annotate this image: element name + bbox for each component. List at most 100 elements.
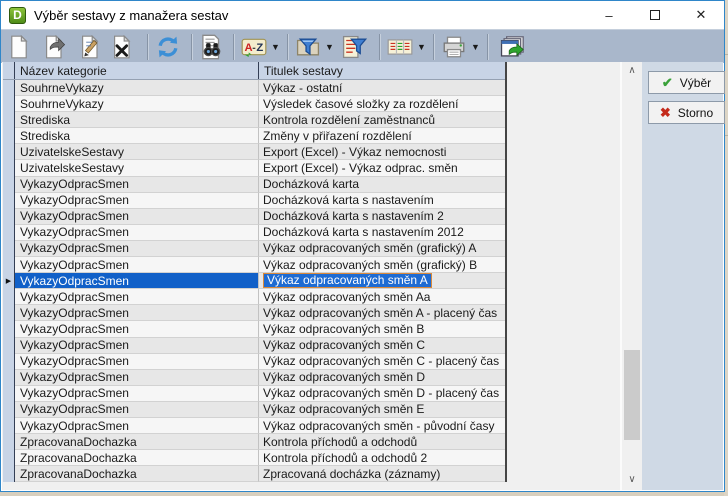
title-text: Výkaz odpracovaných směn C - placený čas — [263, 354, 499, 368]
title-text: Export (Excel) - Výkaz nemocnosti — [263, 145, 446, 159]
title-cell: Výkaz odpracovaných směn C — [259, 338, 505, 354]
app-icon: D — [9, 7, 26, 24]
minimize-button[interactable]: – — [586, 1, 632, 29]
columns-button[interactable]: ▼ — [387, 33, 426, 61]
table-row[interactable]: VykazyOdpracSmen Výkaz odpracovaných smě… — [3, 241, 505, 257]
title-text: Docházková karta s nastavením 2012 — [263, 225, 464, 239]
table-row[interactable]: SouhrneVykazy Výkaz - ostatní — [3, 80, 505, 96]
category-cell: ZpracovanaDochazka — [15, 466, 259, 482]
row-indicator-cell — [3, 257, 15, 273]
category-cell: ZpracovanaDochazka — [15, 450, 259, 466]
row-indicator-cell — [3, 209, 15, 225]
title-cell: Výkaz odpracovaných směn C - placený čas — [259, 354, 505, 370]
select-button[interactable]: ✔ Výběr — [648, 71, 725, 94]
table-row[interactable]: VykazyOdpracSmen Docházková karta s nast… — [3, 209, 505, 225]
category-cell: VykazyOdpracSmen — [15, 209, 259, 225]
title-text: Výkaz odpracovaných směn C — [263, 338, 425, 352]
table-row[interactable]: VykazyOdpracSmen Výkaz odpracovaných smě… — [3, 257, 505, 273]
close-button[interactable]: ✕ — [678, 1, 724, 29]
table-row[interactable]: Strediska Změny v přiřazení rozdělení — [3, 128, 505, 144]
row-indicator-cell — [3, 338, 15, 354]
find-button[interactable] — [199, 33, 225, 61]
category-cell: UzivatelskeSestavy — [15, 160, 259, 176]
sort-button[interactable]: A - Z ▼ — [241, 33, 280, 61]
refresh-icon — [155, 34, 181, 60]
table-row[interactable]: VykazyOdpracSmen Docházková karta s nast… — [3, 225, 505, 241]
check-icon: ✔ — [662, 75, 673, 91]
table-row[interactable]: VykazyOdpracSmen Výkaz odpracovaných smě… — [3, 354, 505, 370]
row-indicator-cell: ▶ — [3, 273, 15, 289]
close-icon: ✕ — [696, 7, 707, 23]
title-text: Zpracovaná docházka (záznamy) — [263, 467, 440, 481]
scrollbar-thumb[interactable] — [624, 350, 640, 440]
title-cell: Výkaz odpracovaných směn E — [259, 402, 505, 418]
table-row[interactable]: SouhrneVykazy Výsledek časové složky za … — [3, 96, 505, 112]
table-row[interactable]: VykazyOdpracSmen Výkaz odpracovaných smě… — [3, 321, 505, 337]
row-indicator-cell — [3, 450, 15, 466]
title-text: Změny v přiřazení rozdělení — [263, 129, 412, 143]
category-cell: VykazyOdpracSmen — [15, 241, 259, 257]
row-indicator-cell — [3, 289, 15, 305]
report-table: Název kategorie Titulek sestavy SouhrneV… — [3, 62, 507, 482]
table-row[interactable]: VykazyOdpracSmen Výkaz odpracovaných smě… — [3, 402, 505, 418]
title-cell: Docházková karta s nastavením — [259, 193, 505, 209]
edit-report-button[interactable] — [79, 33, 103, 61]
category-cell: ZpracovanaDochazka — [15, 434, 259, 450]
column-header-title[interactable]: Titulek sestavy — [259, 62, 505, 79]
binoculars-icon — [199, 34, 225, 60]
table-row[interactable]: UzivatelskeSestavy Export (Excel) - Výka… — [3, 160, 505, 176]
document-arrow-icon — [43, 35, 67, 59]
category-cell: VykazyOdpracSmen — [15, 338, 259, 354]
table-row[interactable]: UzivatelskeSestavy Export (Excel) - Výka… — [3, 144, 505, 160]
toolbar-separator — [147, 34, 149, 60]
title-cell: Docházková karta s nastavením 2012 — [259, 225, 505, 241]
print-button[interactable]: ▼ — [441, 33, 480, 61]
category-cell: VykazyOdpracSmen — [15, 321, 259, 337]
row-indicator-cell — [3, 177, 15, 193]
table-row[interactable]: VykazyOdpracSmen Výkaz odpracovaných smě… — [3, 370, 505, 386]
delete-report-button[interactable] — [111, 33, 135, 61]
table-row[interactable]: ▶ VykazyOdpracSmen Výkaz odpracovaných s… — [3, 273, 505, 289]
title-text: Výkaz odpracovaných směn A - placený čas — [263, 306, 497, 320]
row-indicator-cell — [3, 80, 15, 96]
title-cell: Výkaz odpracovaných směn - původní časy — [259, 418, 505, 434]
category-cell: VykazyOdpracSmen — [15, 370, 259, 386]
row-indicator-cell — [3, 241, 15, 257]
table-row[interactable]: VykazyOdpracSmen Docházková karta s nast… — [3, 193, 505, 209]
table-row[interactable]: VykazyOdpracSmen Výkaz odpracovaných smě… — [3, 418, 505, 434]
cancel-button[interactable]: ✖ Storno — [648, 101, 725, 124]
cross-icon: ✖ — [660, 105, 671, 121]
row-indicator-cell — [3, 354, 15, 370]
table-row[interactable]: VykazyOdpracSmen Výkaz odpracovaných smě… — [3, 289, 505, 305]
title-cell: Výkaz odpracovaných směn D - placený čas — [259, 386, 505, 402]
maximize-button[interactable] — [632, 1, 678, 29]
open-report-button[interactable] — [43, 33, 67, 61]
scroll-down-icon[interactable]: ∨ — [622, 471, 642, 488]
row-indicator-cell — [3, 434, 15, 450]
table-row[interactable]: VykazyOdpracSmen Výkaz odpracovaných smě… — [3, 338, 505, 354]
table-row[interactable]: ZpracovanaDochazka Kontrola příchodů a o… — [3, 434, 505, 450]
table-row[interactable]: VykazyOdpracSmen Výkaz odpracovaných smě… — [3, 386, 505, 402]
title-cell: Docházková karta s nastavením 2 — [259, 209, 505, 225]
scroll-up-icon[interactable]: ∧ — [622, 62, 642, 79]
title-text: Docházková karta s nastavením — [263, 193, 434, 207]
filter-list-button[interactable] — [341, 33, 367, 61]
export-button[interactable] — [499, 33, 527, 61]
printer-icon — [441, 34, 467, 60]
refresh-button[interactable] — [155, 33, 181, 61]
column-header-category[interactable]: Název kategorie — [15, 62, 259, 79]
category-cell: VykazyOdpracSmen — [15, 354, 259, 370]
title-text: Docházková karta s nastavením 2 — [263, 209, 444, 223]
table-row[interactable]: VykazyOdpracSmen Docházková karta — [3, 177, 505, 193]
filter-button[interactable]: ▼ — [295, 33, 334, 61]
new-report-button[interactable] — [7, 33, 31, 61]
sort-az-icon: A - Z — [241, 35, 267, 59]
title-text: Docházková karta — [263, 177, 359, 191]
vertical-scrollbar[interactable]: ∧ ∨ — [620, 62, 642, 490]
table-row[interactable]: Strediska Kontrola rozdělení zaměstnanců — [3, 112, 505, 128]
table-row[interactable]: ZpracovanaDochazka Zpracovaná docházka (… — [3, 466, 505, 482]
toolbar: A - Z ▼ ▼ — [1, 29, 724, 63]
table-row[interactable]: ZpracovanaDochazka Kontrola příchodů a o… — [3, 450, 505, 466]
table-row[interactable]: VykazyOdpracSmen Výkaz odpracovaných smě… — [3, 305, 505, 321]
chevron-down-icon: ▼ — [325, 42, 334, 52]
